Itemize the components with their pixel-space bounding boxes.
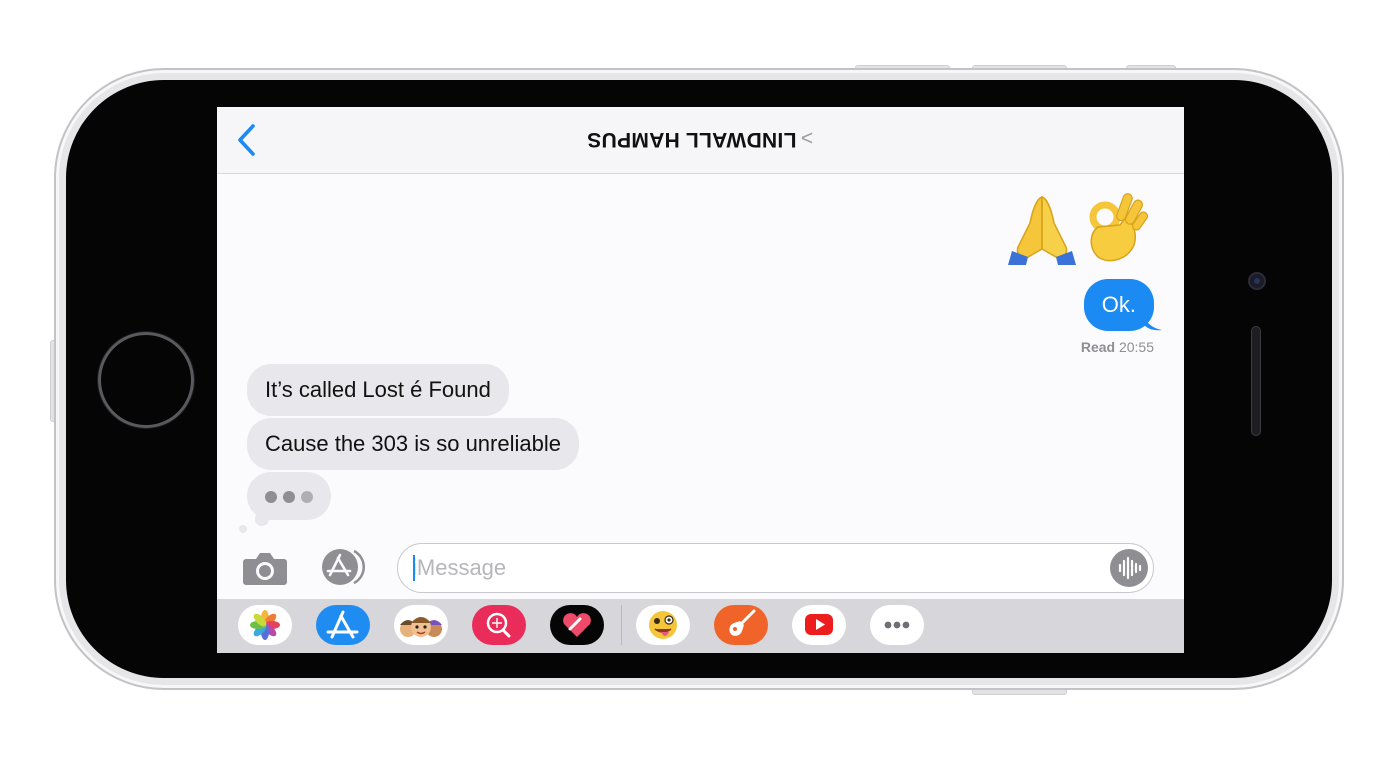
earpiece-speaker	[1251, 326, 1261, 436]
bubble-tail	[1144, 315, 1162, 331]
home-button[interactable]	[98, 332, 194, 428]
audio-message-button[interactable]	[1110, 549, 1148, 587]
camera-icon	[243, 553, 287, 585]
message-input-field[interactable]	[397, 543, 1154, 593]
folded-hands-emoji	[1008, 195, 1076, 265]
app-drawer	[217, 599, 1184, 653]
animoji-app-button[interactable]	[636, 605, 690, 645]
contact-name: LINDWALL HAMPUS	[587, 128, 797, 151]
apps-button[interactable]	[318, 547, 370, 587]
photos-app-button[interactable]	[238, 605, 292, 645]
received-message-bubble[interactable]: Cause the 303 is so unreliable	[247, 418, 579, 470]
text-caret	[413, 555, 415, 581]
search-images-app-icon	[486, 612, 511, 638]
read-time: 20:55	[1118, 339, 1154, 355]
youtube-app-icon	[805, 614, 833, 635]
contact-name-button[interactable]: LINDWALL HAMPUS <	[217, 127, 1184, 151]
typing-tail	[239, 525, 247, 533]
front-camera	[1248, 272, 1266, 290]
read-label: Read	[1080, 339, 1116, 355]
search-images-app-button[interactable]	[472, 605, 526, 645]
typing-dot	[265, 491, 277, 503]
photos-app-icon	[250, 610, 280, 640]
camera-button[interactable]	[242, 549, 288, 587]
messages-screen: LINDWALL HAMPUS < Ok. Read 20:55 It’s ca…	[217, 107, 1184, 653]
typing-dot	[283, 491, 295, 503]
compose-bar	[217, 539, 1184, 599]
garageband-app-button[interactable]	[714, 605, 768, 645]
waveform-icon	[1118, 556, 1142, 580]
typing-indicator	[239, 472, 331, 533]
memoji-app-icon	[400, 617, 442, 637]
app-store-icon	[322, 549, 365, 585]
youtube-app-button[interactable]	[792, 605, 846, 645]
digital-touch-app-icon	[563, 613, 591, 637]
ok-hand-emoji	[1089, 193, 1149, 262]
read-receipt: Read 20:55	[1081, 339, 1154, 355]
imessage-input[interactable]	[412, 544, 1092, 591]
garageband-app-icon	[729, 609, 756, 636]
typing-dot	[301, 491, 313, 503]
more-apps-button[interactable]	[870, 605, 924, 645]
animoji-app-icon	[649, 611, 677, 639]
more-apps-icon	[884, 621, 910, 629]
typing-tail	[255, 512, 269, 526]
memoji-app-button[interactable]	[394, 605, 448, 645]
app-store-app-button[interactable]	[316, 605, 370, 645]
conversation-header: LINDWALL HAMPUS <	[217, 107, 1184, 174]
digital-touch-app-button[interactable]	[550, 605, 604, 645]
sent-emoji-message[interactable]	[1002, 187, 1152, 265]
device-stage: LINDWALL HAMPUS < Ok. Read 20:55 It’s ca…	[0, 0, 1400, 760]
app-store-app-icon	[326, 610, 359, 639]
received-message-bubble[interactable]: It’s called Lost é Found	[247, 364, 509, 416]
chevron-right-icon: <	[800, 127, 814, 150]
drawer-separator	[621, 605, 622, 645]
